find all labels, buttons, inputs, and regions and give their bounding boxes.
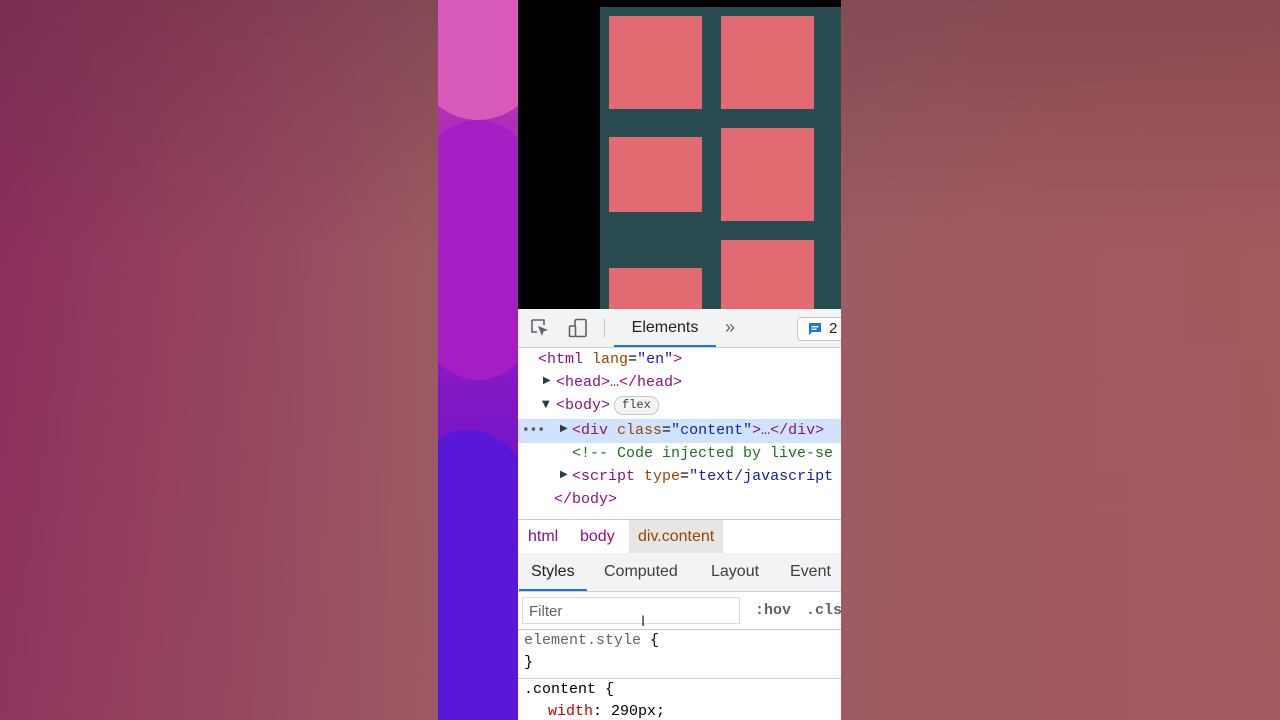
grid-tile (609, 137, 702, 212)
more-tabs-chevron-icon[interactable]: » (725, 309, 735, 347)
expand-triangle-icon[interactable]: ▶ (560, 423, 568, 434)
breadcrumb: html body div.content (518, 519, 841, 554)
inspect-element-icon[interactable] (530, 318, 550, 338)
toolbar-divider (604, 318, 605, 338)
expand-triangle-icon[interactable]: ▶ (560, 469, 568, 480)
dom-node-head[interactable]: <head>…</head> (556, 372, 682, 394)
styles-tabbar: Styles Computed Layout Event L (518, 553, 841, 618)
expand-triangle-icon[interactable]: ▶ (543, 375, 551, 386)
text-cursor-icon: I (641, 614, 646, 630)
styles-filter-input[interactable]: Filter (522, 597, 740, 624)
browser-window: Elements » 2 ••• <html lang="en"> ▶ <hea… (518, 0, 841, 720)
dom-node-body-close[interactable]: </body> (554, 489, 617, 511)
devtools-toolbar: Elements » 2 (518, 309, 841, 348)
issues-count: 2 (829, 320, 838, 337)
styles-filter-row: Filter I :hov .cls (518, 592, 841, 630)
dom-node-script[interactable]: <script type="text/javascript (572, 466, 833, 488)
dom-node-comment[interactable]: <!-- Code injected by live-se (572, 443, 833, 465)
class-toggle[interactable]: .cls (806, 592, 841, 629)
dom-tree: ••• <html lang="en"> ▶ <head>…</head> ▼ … (518, 348, 841, 519)
issues-button[interactable]: 2 (797, 317, 841, 341)
flex-badge[interactable]: flex (614, 395, 659, 415)
breadcrumb-body[interactable]: body (580, 520, 615, 553)
desktop-wallpaper (438, 0, 518, 720)
grid-tile (609, 16, 702, 109)
message-icon (807, 321, 823, 342)
tab-computed[interactable]: Computed (604, 553, 678, 591)
style-rules: element.style { } .content { width: 290p… (518, 630, 841, 720)
content-container[interactable] (600, 7, 841, 309)
content-rule-selector[interactable]: .content { (524, 679, 614, 701)
grid-tile (721, 128, 814, 221)
element-style-rule[interactable]: element.style { (524, 630, 659, 652)
screen-frame: Elements » 2 ••• <html lang="en"> ▶ <hea… (438, 0, 841, 720)
tab-layout[interactable]: Layout (711, 553, 759, 591)
width-declaration[interactable]: width: 290px; (548, 701, 665, 720)
devtools-panel: Elements » 2 ••• <html lang="en"> ▶ <hea… (518, 309, 841, 720)
device-toolbar-icon[interactable] (568, 318, 588, 338)
grid-tile (721, 240, 814, 309)
dom-node-div-content[interactable]: <div class="content">…</div> (572, 420, 824, 442)
hover-state-toggle[interactable]: :hov (755, 592, 791, 629)
node-actions-ellipsis-icon[interactable]: ••• (522, 419, 545, 443)
element-style-close: } (524, 654, 534, 671)
tab-elements[interactable]: Elements (614, 309, 716, 347)
collapse-triangle-icon[interactable]: ▼ (542, 399, 550, 410)
grid-tile (721, 16, 814, 109)
dom-node-html[interactable]: <html lang="en"> (538, 349, 682, 371)
dom-node-body[interactable]: <body> flex (556, 395, 659, 417)
breadcrumb-html[interactable]: html (528, 520, 558, 553)
tab-event-listeners[interactable]: Event L (790, 553, 841, 618)
grid-tile (609, 268, 702, 309)
breadcrumb-div-content[interactable]: div.content (629, 520, 724, 553)
tab-styles[interactable]: Styles (519, 553, 587, 591)
page-viewport (518, 0, 841, 309)
